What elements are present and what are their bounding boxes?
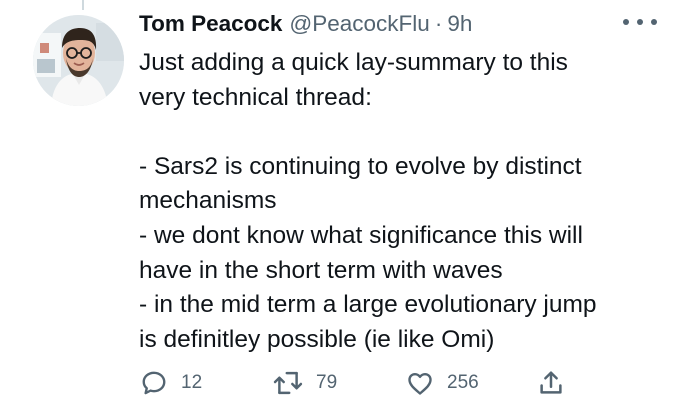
tweet-text-line: - in the mid term a large evolutionary j… bbox=[139, 291, 597, 319]
avatar[interactable] bbox=[33, 15, 124, 106]
like-button[interactable]: 256 bbox=[405, 365, 479, 401]
reply-icon bbox=[139, 368, 169, 398]
tweet-text-line: have in the short term with waves bbox=[139, 256, 503, 284]
tweet-text-line: - Sars2 is continuing to evolve by disti… bbox=[139, 152, 582, 180]
tweet-header: Tom Peacock @PeacockFlu · 9h bbox=[139, 9, 472, 39]
retweet-count: 79 bbox=[316, 372, 338, 393]
like-icon bbox=[405, 368, 435, 398]
tweet-text-line: very technical thread: bbox=[139, 83, 372, 111]
more-dot bbox=[637, 19, 643, 25]
tweet-text-line: mechanisms bbox=[139, 187, 277, 215]
tweet-actions: 12 79 256 bbox=[139, 365, 579, 401]
tweet-time[interactable]: 9h bbox=[447, 9, 472, 39]
reply-button[interactable]: 12 bbox=[139, 365, 202, 401]
tweet-text-line bbox=[139, 115, 669, 150]
retweet-icon bbox=[272, 368, 304, 398]
tweet-text: Just adding a quick lay-summary to this … bbox=[139, 46, 669, 357]
tweet-text-line: - we dont know what significance this wi… bbox=[139, 221, 583, 249]
more-dot bbox=[651, 19, 657, 25]
avatar-image bbox=[33, 15, 124, 106]
retweet-button[interactable]: 79 bbox=[272, 365, 337, 401]
more-options-icon[interactable] bbox=[623, 12, 657, 32]
tweet-text-line: Just adding a quick lay-summary to this bbox=[139, 49, 568, 76]
like-count: 256 bbox=[447, 372, 479, 393]
share-icon bbox=[536, 368, 566, 398]
author-name[interactable]: Tom Peacock bbox=[139, 9, 282, 39]
thread-connector-line bbox=[82, 0, 84, 10]
share-button[interactable] bbox=[536, 365, 566, 401]
more-dot bbox=[623, 19, 629, 25]
tweet-text-line: is definitley possible (ie like Omi) bbox=[139, 325, 495, 353]
header-separator: · bbox=[434, 11, 443, 36]
reply-count: 12 bbox=[181, 372, 203, 393]
author-handle[interactable]: @PeacockFlu bbox=[289, 9, 429, 39]
